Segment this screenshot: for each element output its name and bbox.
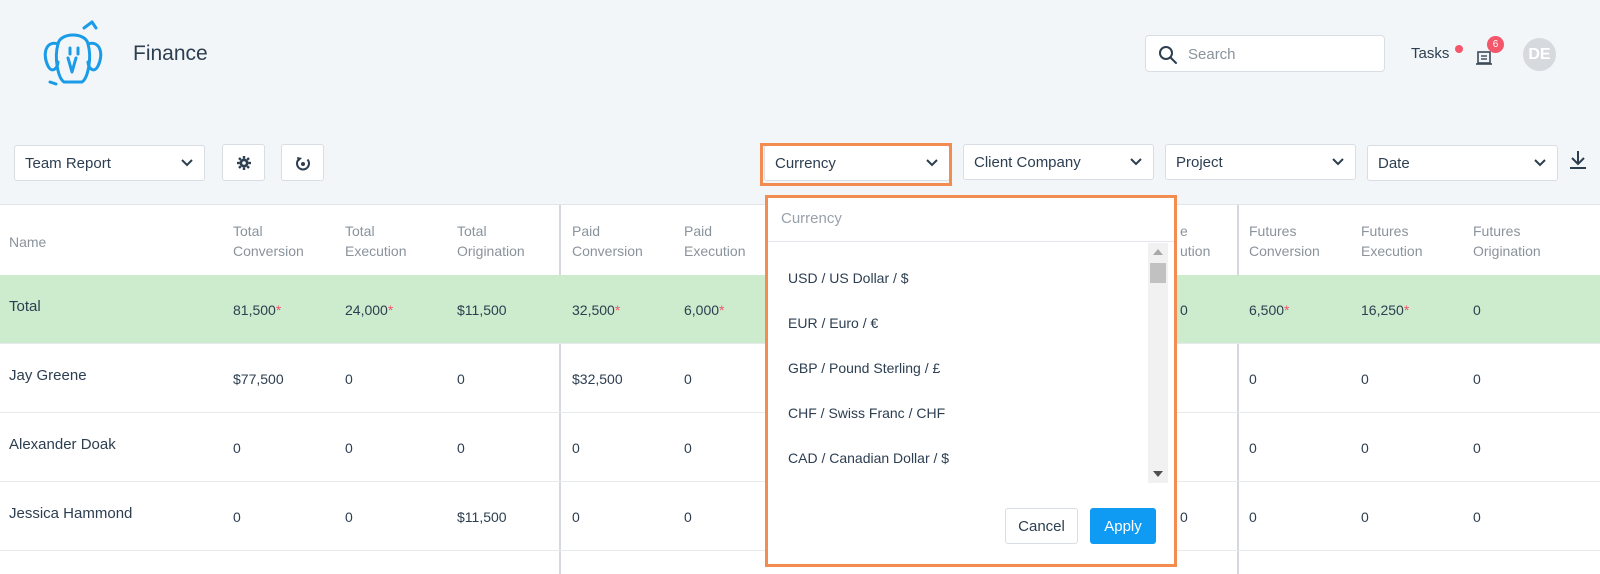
cell-futures-conversion: 6,500* xyxy=(1249,302,1290,318)
cell-paid-execution: 0 xyxy=(684,440,692,456)
cell-paid-execution: 6,000* xyxy=(684,302,725,318)
project-filter-select[interactable]: Project xyxy=(1165,144,1356,180)
apply-button[interactable]: Apply xyxy=(1090,508,1156,544)
cell-futures-execution: 0 xyxy=(1361,509,1369,525)
currency-option-cad[interactable]: CAD / Canadian Dollar / $ xyxy=(788,450,949,466)
cell-total-origination: $11,500 xyxy=(457,302,507,318)
client-company-filter-label: Client Company xyxy=(974,154,1081,171)
chevron-down-icon xyxy=(1534,159,1546,167)
header-total-origination: Total Origination xyxy=(457,223,525,259)
cell-total-conversion: $77,500 xyxy=(233,371,284,387)
currency-filter-highlight xyxy=(760,143,952,186)
currency-option-chf[interactable]: CHF / Swiss Franc / CHF xyxy=(788,405,945,421)
cell-total-conversion: 0 xyxy=(233,509,241,525)
tasks-link[interactable]: Tasks xyxy=(1411,45,1449,62)
refresh-button[interactable] xyxy=(281,144,324,181)
project-filter-label: Project xyxy=(1176,154,1223,171)
cell-total-execution: 24,000* xyxy=(345,302,394,318)
search-box[interactable] xyxy=(1145,35,1385,72)
currency-search-placeholder: Currency xyxy=(781,210,842,227)
cell-futures-execution: 0 xyxy=(1361,371,1369,387)
cell-total-execution: 0 xyxy=(345,371,353,387)
date-filter-select[interactable]: Date xyxy=(1367,145,1558,181)
cell-total-conversion: 81,500* xyxy=(233,302,282,318)
header-futures-conversion: Futures Conversion xyxy=(1249,223,1320,259)
chevron-down-icon xyxy=(1332,158,1344,166)
cell-futures-origination: 0 xyxy=(1473,302,1481,318)
currency-option-eur[interactable]: EUR / Euro / € xyxy=(788,315,878,331)
search-icon xyxy=(1159,46,1177,64)
date-filter-label: Date xyxy=(1378,155,1410,172)
cell-paid-conversion: 32,500* xyxy=(572,302,621,318)
cell-total-origination: $11,500 xyxy=(457,509,507,525)
header-futures-execution: Futures Execution xyxy=(1361,223,1423,259)
currency-option-gbp[interactable]: GBP / Pound Sterling / £ xyxy=(788,360,940,376)
cell-total-origination: 0 xyxy=(457,371,465,387)
header-total-execution: Total Execution xyxy=(345,223,407,259)
scroll-up-arrow-icon[interactable] xyxy=(1153,249,1163,255)
cell-futures-execution: 0 xyxy=(1361,440,1369,456)
cell-paid-conversion: 0 xyxy=(572,440,580,456)
chevron-down-icon xyxy=(1130,158,1142,166)
cell-paid-execution: 0 xyxy=(684,371,692,387)
cell-name: Alexander Doak xyxy=(9,436,116,453)
scroll-down-arrow-icon[interactable] xyxy=(1153,471,1163,477)
cell-futures-origination: 0 xyxy=(1473,440,1481,456)
scrollbar-thumb[interactable] xyxy=(1150,263,1166,283)
cell-paid-conversion: 0 xyxy=(572,509,580,525)
cell-partial: 0 xyxy=(1180,302,1188,318)
page-title: Finance xyxy=(133,42,208,65)
report-select[interactable]: Team Report xyxy=(14,145,205,181)
report-select-label: Team Report xyxy=(25,155,111,172)
download-icon[interactable] xyxy=(1569,150,1587,170)
cell-futures-conversion: 0 xyxy=(1249,440,1257,456)
cell-total-execution: 0 xyxy=(345,509,353,525)
header-name: Name xyxy=(9,234,47,250)
cell-futures-origination: 0 xyxy=(1473,509,1481,525)
cell-total-origination: 0 xyxy=(457,440,465,456)
currency-options-list: USD / US Dollar / $ EUR / Euro / € GBP /… xyxy=(768,242,1174,482)
cell-total-execution: 0 xyxy=(345,440,353,456)
cell-paid-conversion: $32,500 xyxy=(572,371,623,387)
header-total-conversion: Total Conversion xyxy=(233,223,304,259)
cell-futures-conversion: 0 xyxy=(1249,509,1257,525)
settings-button[interactable] xyxy=(222,144,265,181)
currency-list-scrollbar[interactable] xyxy=(1148,243,1168,483)
notification-badge: 6 xyxy=(1487,36,1504,53)
tasks-indicator-dot xyxy=(1455,45,1463,53)
cell-futures-origination: 0 xyxy=(1473,371,1481,387)
currency-search-field[interactable]: Currency xyxy=(768,198,1174,242)
cell-total-conversion: 0 xyxy=(233,440,241,456)
cell-name: Jessica Hammond xyxy=(9,505,133,522)
cell-partial: 0 xyxy=(1180,509,1188,525)
currency-option-usd[interactable]: USD / US Dollar / $ xyxy=(788,270,909,286)
avatar[interactable]: DE xyxy=(1523,38,1556,71)
search-input[interactable] xyxy=(1188,44,1368,64)
chevron-down-icon xyxy=(181,159,193,167)
cell-name: Total xyxy=(9,298,41,315)
app-logo xyxy=(40,18,108,88)
client-company-filter-select[interactable]: Client Company xyxy=(963,144,1154,180)
cell-futures-conversion: 0 xyxy=(1249,371,1257,387)
cell-paid-execution: 0 xyxy=(684,509,692,525)
header-paid-execution: Paid Execution xyxy=(684,223,746,259)
gear-icon xyxy=(237,156,251,170)
cell-name: Jay Greene xyxy=(9,367,87,384)
header-partial-hidden: e ution xyxy=(1180,223,1211,259)
currency-dropdown-panel: Currency USD / US Dollar / $ EUR / Euro … xyxy=(765,195,1177,567)
cell-futures-execution: 16,250* xyxy=(1361,302,1410,318)
header-paid-conversion: Paid Conversion xyxy=(572,223,643,259)
refresh-icon xyxy=(296,157,310,171)
cancel-button[interactable]: Cancel xyxy=(1005,508,1078,544)
header-futures-origination: Futures Origination xyxy=(1473,223,1541,259)
